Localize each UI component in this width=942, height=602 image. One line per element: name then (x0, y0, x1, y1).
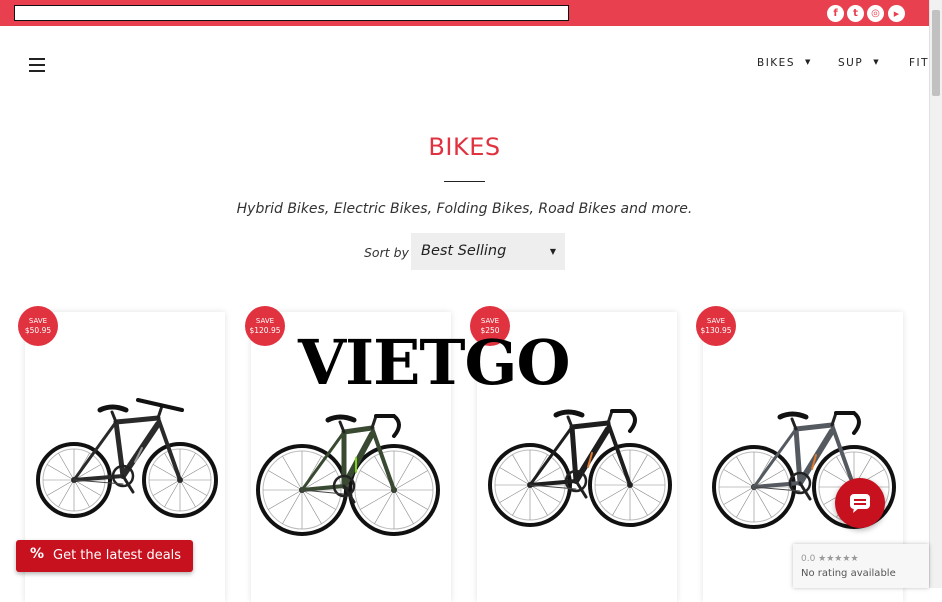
instagram-icon[interactable]: ◎ (867, 5, 884, 22)
latest-deals-label: Get the latest deals (53, 548, 182, 563)
save-badge: SAVE $130.95 (696, 306, 736, 346)
sort-label: Sort by (364, 245, 409, 260)
rating-text: No rating available (801, 568, 896, 579)
nav-item-fitness[interactable]: FITN (909, 57, 929, 69)
sort-select[interactable]: Best Selling ▼ (411, 233, 565, 270)
chat-button[interactable] (835, 478, 885, 528)
nav-item-label: BIKES (757, 57, 795, 69)
save-badge: SAVE $50.95 (18, 306, 58, 346)
latest-deals-button[interactable]: % Get the latest deals (16, 540, 193, 572)
rating-score: 0.0 ★★★★★ (801, 554, 859, 564)
save-badge-label: SAVE (28, 317, 48, 325)
page-scrollbar[interactable] (929, 0, 942, 588)
title-divider (444, 181, 485, 182)
save-badge: SAVE $120.95 (245, 306, 285, 346)
save-badge-amount: $50.95 (24, 326, 52, 335)
facebook-icon[interactable]: f (827, 5, 844, 22)
caret-down-icon: ▼ (873, 58, 881, 66)
youtube-icon[interactable]: ▶ (888, 5, 905, 22)
twitter-icon[interactable]: t (847, 5, 864, 22)
save-badge-label: SAVE (480, 317, 500, 325)
nav-item-label: FITN (909, 57, 929, 69)
save-badge-amount: $130.95 (700, 326, 732, 335)
product-image[interactable] (28, 350, 222, 540)
sort-selected-value: Best Selling (421, 243, 507, 259)
page-subtitle: Hybrid Bikes, Electric Bikes, Folding Bi… (236, 201, 693, 217)
caret-down-icon: ▼ (805, 58, 812, 66)
chat-icon (850, 494, 870, 513)
hamburger-icon[interactable] (29, 58, 45, 72)
save-badge-label: SAVE (255, 317, 275, 325)
save-badge-amount: $120.95 (249, 326, 281, 335)
top-search-bar[interactable] (14, 5, 569, 21)
watermark: VIETGO (298, 326, 570, 399)
nav-item-bikes[interactable]: BIKES ▼ (757, 57, 812, 69)
nav-item-label: SUP (838, 57, 864, 69)
percent-icon: % (30, 546, 45, 562)
caret-down-icon: ▼ (549, 247, 556, 256)
save-badge-label: SAVE (706, 317, 726, 325)
rating-badge[interactable]: 0.0 ★★★★★ No rating available (793, 544, 929, 588)
nav-item-sup[interactable]: SUP ▼ (838, 57, 880, 69)
scrollbar-thumb[interactable] (932, 10, 940, 96)
page-title: BIKES (428, 133, 501, 161)
